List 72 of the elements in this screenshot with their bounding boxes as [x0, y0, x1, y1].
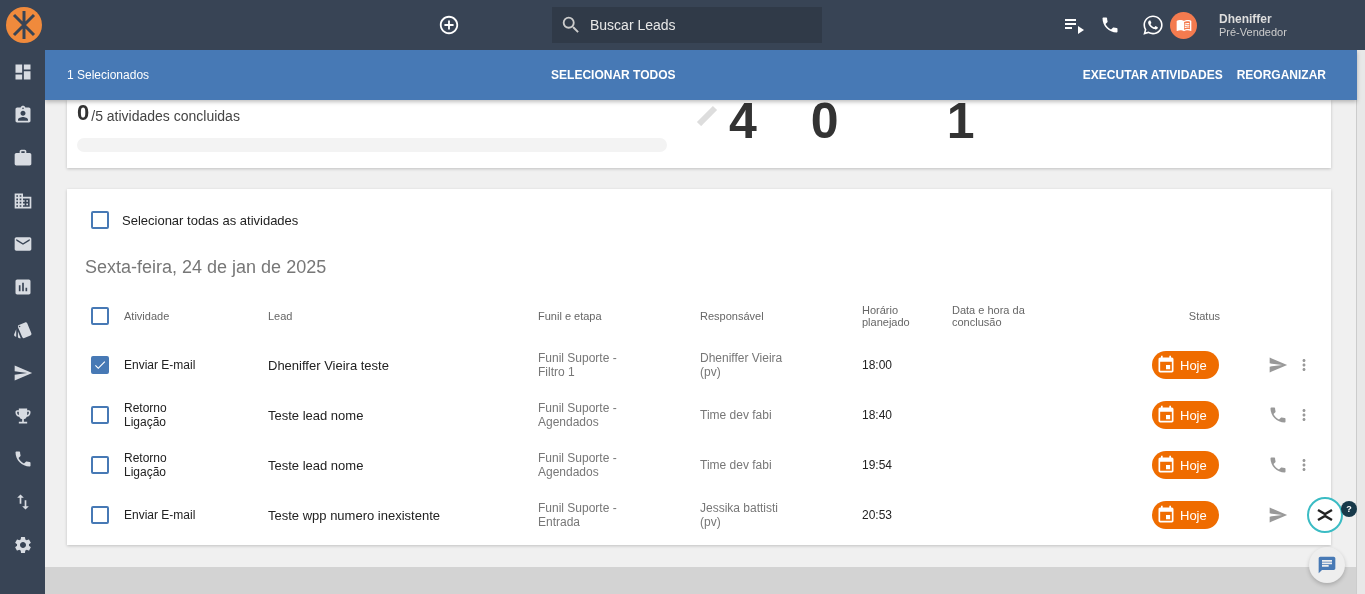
owner-cell: Time dev fabi	[700, 408, 772, 422]
stat-count: 1	[946, 100, 975, 151]
owner-cell-text: Jessika battisti (pv)	[700, 501, 780, 529]
time-cell: 18:00	[862, 358, 893, 372]
column-header: Status	[1188, 310, 1220, 322]
send-icon[interactable]	[12, 363, 33, 383]
column-header: Responsável	[700, 310, 764, 322]
select-all-label: Selecionar todas as atividades	[122, 212, 299, 228]
phone-icon[interactable]	[1100, 15, 1120, 35]
status-badge[interactable]: Hoje	[1152, 501, 1219, 529]
avatar[interactable]	[1170, 11, 1197, 39]
time-cell: 19:54	[862, 458, 893, 472]
building-icon[interactable]	[12, 191, 33, 211]
checkbox[interactable]	[91, 307, 109, 325]
checkbox[interactable]	[91, 406, 109, 424]
column-header: Funil e etapa	[538, 310, 602, 322]
status-badge[interactable]: Hoje	[1152, 451, 1219, 479]
calendar-icon	[1156, 405, 1176, 425]
book-icon	[1175, 17, 1192, 33]
time-cell: 20:53	[862, 508, 893, 522]
checkbox[interactable]	[91, 211, 109, 229]
completed-label: /5 atividades concluidas	[91, 108, 240, 124]
activity-cell: Enviar E-mail	[124, 508, 196, 522]
lead-cell: Teste lead nome	[268, 407, 364, 423]
funnel-cell-text: Funil Suporte - Filtro 1	[538, 351, 618, 379]
action-button[interactable]: EXECUTAR ATIVIDADES	[1082, 68, 1223, 82]
chevrons-icon	[1316, 508, 1334, 522]
user-role: Pré-Vendedor	[1219, 26, 1287, 38]
calendar-icon	[1156, 505, 1176, 525]
chat-icon	[1317, 555, 1337, 575]
status-badge[interactable]: Hoje	[1152, 351, 1219, 379]
funnel-cell-text: Funil Suporte - Entrada	[538, 501, 618, 529]
funnel-cell-text: Funil Suporte - Agendados	[538, 451, 618, 479]
checkbox[interactable]	[91, 356, 109, 374]
add-icon[interactable]	[438, 14, 460, 36]
scrollbar[interactable]	[1356, 50, 1365, 594]
completed-count: 0	[77, 102, 90, 124]
lead-cell: Teste wpp numero inexistente	[268, 507, 440, 523]
settings-icon[interactable]	[12, 535, 33, 555]
selected-count: 1 Selecionados	[67, 68, 150, 82]
date-heading: Sexta-feira, 24 de jan de 2025	[85, 257, 328, 278]
calendar-icon	[1156, 355, 1176, 375]
activity-cell: Enviar E-mail	[124, 358, 196, 372]
owner-cell: Time dev fabi	[700, 458, 772, 472]
select-all-button[interactable]: SELECIONAR TODOS	[551, 68, 676, 82]
search-field[interactable]: Buscar Leads	[552, 7, 822, 43]
check-icon	[93, 358, 107, 372]
status-badge[interactable]: Hoje	[1152, 401, 1219, 429]
whatsapp-icon[interactable]	[1142, 14, 1164, 36]
funnel-cell-text: Funil Suporte - Agendados	[538, 401, 618, 429]
mail-icon[interactable]	[12, 234, 33, 254]
briefcase-icon[interactable]	[12, 148, 33, 168]
owner-cell-text: Dheniffer Vieira (pv)	[700, 351, 784, 379]
time-cell: 18:40	[862, 408, 893, 422]
lead-cell: Dheniffer Vieira teste	[268, 357, 389, 373]
activity-cell-text: Retorno Ligação	[124, 451, 168, 479]
activity-cell-text: Retorno Ligação	[124, 401, 168, 429]
checkbox[interactable]	[91, 456, 109, 474]
logo-icon[interactable]	[6, 7, 42, 43]
user-name: Dheniffer	[1219, 12, 1273, 26]
stat-count: 4	[729, 100, 757, 151]
action-button[interactable]: REORGANIZAR	[1236, 68, 1326, 82]
column-header: Atividade	[124, 310, 170, 322]
calendar-icon	[1156, 455, 1176, 475]
column-header: Data e hora da conclusão	[952, 304, 1026, 328]
column-header: Horário planejado	[862, 304, 911, 328]
stat-count: 0	[810, 100, 839, 151]
search-icon	[560, 14, 582, 36]
checkbox[interactable]	[91, 506, 109, 524]
lead-cell: Teste lead nome	[268, 457, 364, 473]
cards-icon[interactable]	[12, 320, 33, 340]
column-header: Lead	[268, 310, 293, 322]
